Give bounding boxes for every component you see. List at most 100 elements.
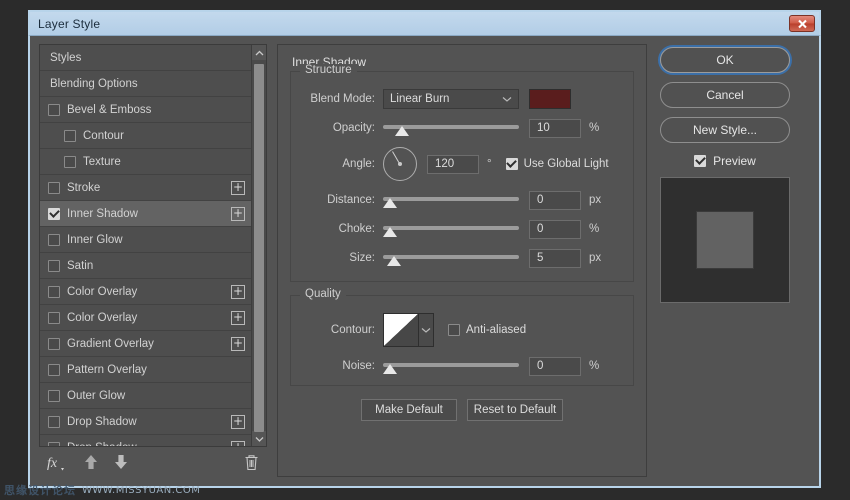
chevron-up-icon (255, 50, 263, 55)
slider-knob[interactable] (383, 227, 397, 237)
add-effect-button[interactable]: + (231, 440, 245, 446)
style-row-outer-glow[interactable]: Outer Glow (40, 383, 251, 409)
styles-scrollbar[interactable] (251, 45, 266, 446)
effect-toggle-checkbox[interactable] (48, 103, 60, 116)
size-slider[interactable] (383, 248, 519, 268)
styles-toolbar: fx (39, 447, 267, 477)
noise-slider[interactable] (383, 356, 519, 376)
style-row-drop-shadow[interactable]: Drop Shadow+ (40, 409, 251, 435)
blend-mode-field: Blend Mode: Linear Burn (301, 88, 623, 110)
add-effect-button[interactable]: + (231, 414, 245, 429)
style-row-bevel-emboss[interactable]: Bevel & Emboss (40, 97, 251, 123)
contour-dropdown-button[interactable] (419, 313, 434, 347)
use-global-light-checkbox[interactable]: Use Global Light (505, 158, 609, 170)
effect-toggle-checkbox[interactable] (48, 207, 60, 220)
effect-toggle-checkbox[interactable] (48, 181, 60, 194)
opacity-slider[interactable] (383, 118, 519, 138)
style-row-gradient-overlay[interactable]: Gradient Overlay + (40, 331, 251, 357)
size-input[interactable]: 5 (529, 248, 581, 268)
opacity-field: Opacity: 10 % (301, 117, 623, 139)
slider-knob[interactable] (395, 126, 410, 136)
slider-knob[interactable] (383, 364, 397, 374)
move-up-button[interactable] (83, 454, 99, 471)
style-row-color-overlay[interactable]: Color Overlay + (40, 305, 251, 331)
effect-toggle-checkbox[interactable] (48, 441, 60, 446)
angle-input[interactable]: 120 (427, 154, 479, 174)
style-row-pattern-overlay[interactable]: Pattern Overlay (40, 357, 251, 383)
contour-label: Contour: (330, 324, 375, 336)
effect-toggle-checkbox[interactable] (64, 155, 76, 168)
scrollbar-track[interactable] (252, 60, 266, 432)
style-row-blending-options[interactable]: Blending Options (40, 71, 251, 97)
angle-dial[interactable] (383, 147, 417, 181)
effect-toggle-checkbox[interactable] (48, 233, 60, 246)
add-effect-button[interactable]: + (231, 206, 245, 221)
slider-track (383, 197, 519, 201)
style-row-drop-shadow[interactable]: Drop Shadow+ (40, 435, 251, 446)
choke-field: Choke: 0 % (301, 218, 623, 240)
delete-effect-button[interactable] (244, 454, 259, 471)
preview-checkbox[interactable]: Preview (694, 154, 756, 168)
new-style-button[interactable]: New Style... (660, 117, 790, 143)
scroll-down-button[interactable] (252, 431, 266, 446)
fx-button[interactable]: fx (47, 454, 69, 471)
arrow-up-icon (85, 454, 97, 469)
effect-toggle-checkbox[interactable] (48, 389, 60, 402)
distance-slider[interactable] (383, 190, 519, 210)
distance-field: Distance: 0 px (301, 189, 623, 211)
close-button[interactable] (789, 15, 815, 32)
styles-list[interactable]: Styles Blending Options Bevel & Emboss Cont… (40, 45, 251, 446)
choke-unit: % (589, 223, 600, 235)
checkbox-box (694, 155, 707, 167)
effect-toggle-checkbox[interactable] (48, 285, 60, 298)
ok-button[interactable]: OK (660, 47, 790, 73)
effect-toggle-checkbox[interactable] (64, 129, 76, 142)
style-row-contour[interactable]: Contour (40, 123, 251, 149)
choke-slider[interactable] (383, 219, 519, 239)
add-effect-button[interactable]: + (231, 180, 245, 195)
effect-toggle-checkbox[interactable] (48, 311, 60, 324)
cancel-button[interactable]: Cancel (660, 82, 790, 108)
slider-knob[interactable] (383, 198, 397, 208)
effect-toggle-checkbox[interactable] (48, 259, 60, 272)
style-row-label: Inner Glow (67, 233, 123, 246)
effect-toggle-checkbox[interactable] (48, 415, 60, 428)
blend-mode-select[interactable]: Linear Burn (383, 89, 519, 109)
style-row-inner-glow[interactable]: Inner Glow (40, 227, 251, 253)
make-default-button[interactable]: Make Default (361, 399, 457, 421)
move-down-button[interactable] (113, 454, 129, 471)
scroll-up-button[interactable] (252, 45, 266, 60)
effect-toggle-checkbox[interactable] (48, 337, 60, 350)
opacity-input[interactable]: 10 (529, 118, 581, 138)
style-row-satin[interactable]: Satin (40, 253, 251, 279)
watermark: 思缘设计论坛 WWW.MISSYUAN.COM (4, 482, 200, 498)
trash-icon (245, 454, 258, 470)
slider-track (383, 255, 519, 259)
style-row-color-overlay[interactable]: Color Overlay + (40, 279, 251, 305)
anti-aliased-checkbox[interactable]: Anti-aliased (448, 324, 526, 336)
style-row-texture[interactable]: Texture (40, 149, 251, 175)
slider-track (383, 363, 519, 367)
distance-input[interactable]: 0 (529, 190, 581, 210)
structure-legend: Structure (300, 64, 357, 76)
scrollbar-thumb[interactable] (254, 64, 264, 432)
style-row-label: Contour (83, 129, 124, 142)
style-row-styles[interactable]: Styles (40, 45, 251, 71)
contour-preset-thumbnail[interactable] (383, 313, 419, 347)
add-effect-button[interactable]: + (231, 310, 245, 325)
add-effect-button[interactable]: + (231, 284, 245, 299)
style-row-stroke[interactable]: Stroke + (40, 175, 251, 201)
choke-input[interactable]: 0 (529, 219, 581, 239)
noise-input[interactable]: 0 (529, 356, 581, 376)
slider-knob[interactable] (386, 256, 401, 266)
reset-to-default-button[interactable]: Reset to Default (467, 399, 563, 421)
blend-mode-label: Blend Mode: (310, 93, 375, 105)
noise-label: Noise: (342, 360, 375, 372)
style-row-label: Stroke (67, 181, 101, 194)
style-row-label: Color Overlay (67, 285, 138, 298)
style-row-inner-shadow[interactable]: Inner Shadow + (40, 201, 251, 227)
effect-toggle-checkbox[interactable] (48, 363, 60, 376)
arrow-down-icon (115, 454, 127, 469)
shadow-color-swatch[interactable] (529, 89, 571, 109)
add-effect-button[interactable]: + (231, 336, 245, 351)
